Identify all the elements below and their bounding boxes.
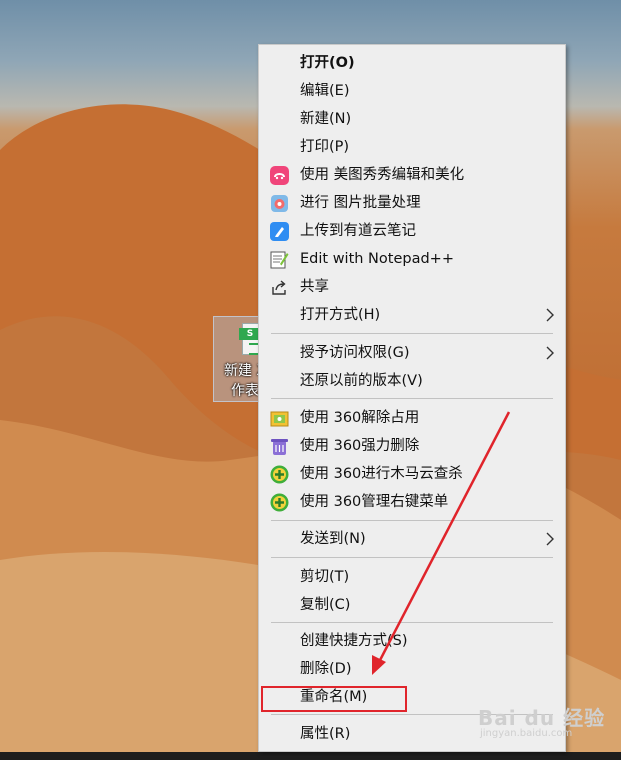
chevron-right-icon: [546, 346, 554, 360]
menu-item-360-force-delete[interactable]: 使用 360强力删除: [259, 432, 565, 460]
share-icon: [272, 280, 286, 295]
360-unlock-icon: [270, 411, 289, 427]
360-menu-manager-icon: [270, 493, 289, 512]
menu-item-send-to[interactable]: 发送到(N): [259, 525, 565, 553]
360-trojan-scan-icon: [270, 465, 289, 484]
menu-item-share[interactable]: 共享: [259, 273, 565, 301]
menu-item-meitu[interactable]: 使用 美图秀秀编辑和美化: [259, 161, 565, 189]
menu-separator: [271, 557, 553, 558]
watermark-brand: Bai du 经验: [478, 706, 606, 730]
menu-item-cut[interactable]: 剪切(T): [259, 563, 565, 591]
menu-item-batch-image[interactable]: 进行 图片批量处理: [259, 189, 565, 217]
menu-item-open-with[interactable]: 打开方式(H): [259, 301, 565, 329]
menu-separator: [271, 520, 553, 521]
menu-item-create-shortcut[interactable]: 创建快捷方式(S): [259, 627, 565, 655]
menu-item-edit[interactable]: 编辑(E): [259, 77, 565, 105]
menu-item-youdao-note[interactable]: 上传到有道云笔记: [259, 217, 565, 245]
menu-item-delete[interactable]: 删除(D): [259, 655, 565, 683]
menu-item-print[interactable]: 打印(P): [259, 133, 565, 161]
menu-item-360-trojan-scan[interactable]: 使用 360进行木马云查杀: [259, 460, 565, 488]
menu-separator: [271, 622, 553, 623]
youdao-note-icon: [270, 222, 289, 241]
menu-item-360-menu-manager[interactable]: 使用 360管理右键菜单: [259, 488, 565, 516]
rename-highlight-box: [261, 686, 407, 712]
taskbar: [0, 752, 621, 760]
chevron-right-icon: [546, 532, 554, 546]
menu-item-open[interactable]: 打开(O): [259, 49, 565, 77]
menu-item-restore-versions[interactable]: 还原以前的版本(V): [259, 367, 565, 395]
chevron-right-icon: [546, 308, 554, 322]
watermark-url: jingyan.baidu.com: [480, 728, 573, 739]
menu-separator: [271, 333, 553, 334]
menu-item-notepad-plus-plus[interactable]: Edit with Notepad++: [259, 245, 565, 273]
360-force-delete-icon: [271, 439, 288, 455]
notepad-plus-plus-icon: [270, 251, 289, 269]
batch-image-icon: [271, 195, 288, 212]
menu-item-grant-access[interactable]: 授予访问权限(G): [259, 339, 565, 367]
menu-item-360-unlock[interactable]: 使用 360解除占用: [259, 404, 565, 432]
menu-separator: [271, 398, 553, 399]
context-menu: 打开(O) 编辑(E) 新建(N) 打印(P) 使用 美图秀秀编辑和美化 进行 …: [258, 44, 566, 752]
menu-item-new[interactable]: 新建(N): [259, 105, 565, 133]
menu-item-copy[interactable]: 复制(C): [259, 591, 565, 619]
meitu-icon: [270, 166, 289, 185]
